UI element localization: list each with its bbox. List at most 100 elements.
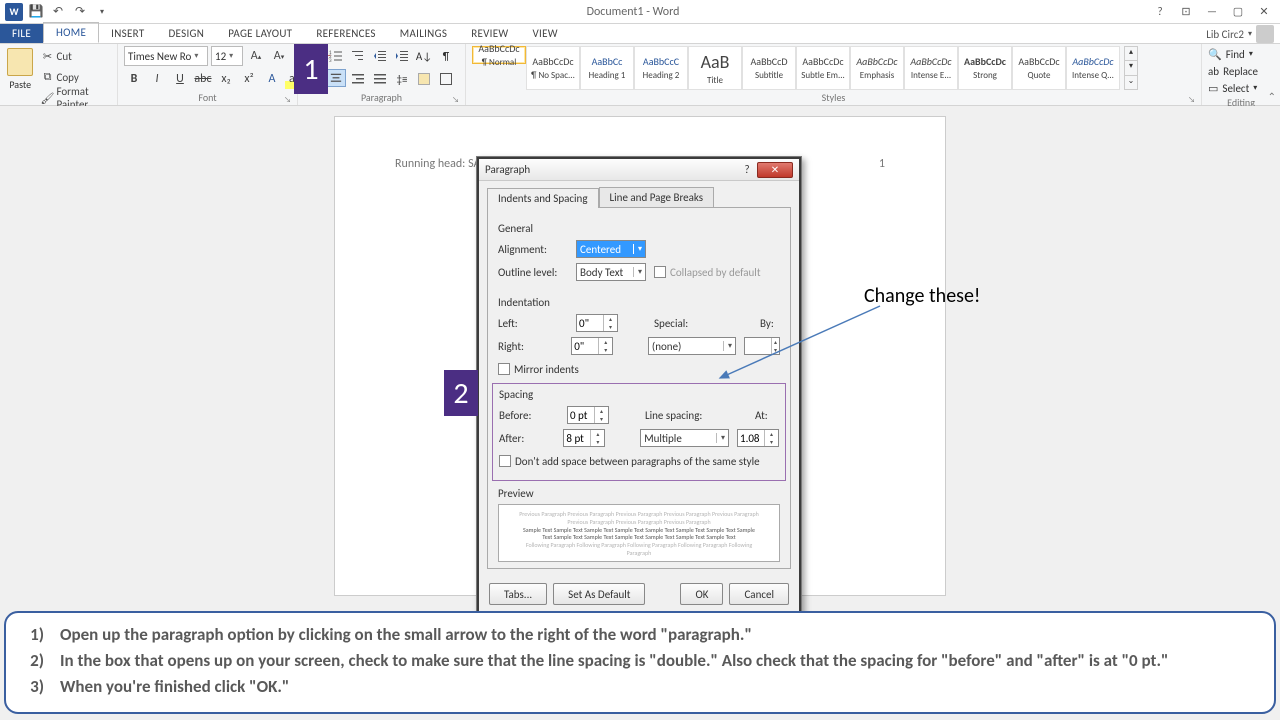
close-icon[interactable]: ✕: [1254, 4, 1274, 20]
numbering-icon[interactable]: 123: [326, 46, 346, 66]
redo-icon[interactable]: ↷: [70, 2, 90, 22]
justify-icon[interactable]: [370, 69, 390, 89]
style-tile-9[interactable]: AaBbCcDcStrong: [958, 46, 1012, 90]
dialog-help-icon[interactable]: ?: [737, 163, 757, 176]
dialog-titlebar[interactable]: Paragraph ? ✕: [479, 159, 799, 181]
tab-references[interactable]: REFERENCES: [304, 24, 387, 43]
inc-indent-icon[interactable]: [392, 46, 412, 66]
bold-button[interactable]: B: [124, 69, 144, 89]
tab-file[interactable]: FILE: [0, 24, 43, 43]
align-right-icon[interactable]: [348, 69, 368, 89]
text-effects-icon[interactable]: A: [262, 69, 282, 89]
cancel-button[interactable]: Cancel: [729, 583, 789, 605]
tab-indents-spacing[interactable]: Indents and Spacing: [487, 188, 599, 208]
style-tile-10[interactable]: AaBbCcDcQuote: [1012, 46, 1066, 90]
underline-button[interactable]: U: [170, 69, 190, 89]
borders-icon[interactable]: [436, 69, 456, 89]
superscript-button[interactable]: x²: [239, 69, 259, 89]
style-tile-6[interactable]: AaBbCcDcSubtle Em...: [796, 46, 850, 90]
ok-button[interactable]: OK: [680, 583, 723, 605]
tab-insert[interactable]: INSERT: [99, 24, 156, 43]
styles-more-icon[interactable]: ⌄: [1125, 75, 1137, 89]
annotation-change-these: Change these!: [864, 284, 980, 308]
format-painter-button[interactable]: 🖌Format Painter: [39, 88, 112, 108]
chevron-up-icon[interactable]: ▴: [1125, 47, 1137, 60]
dec-indent-icon[interactable]: [370, 46, 390, 66]
paste-button[interactable]: Paste: [6, 46, 35, 91]
group-styles: AaBbCcDc¶ NormalAaBbCcDc¶ No Spac...AaBb…: [466, 44, 1202, 105]
cut-button[interactable]: ✂Cut: [39, 46, 112, 66]
style-tile-1[interactable]: AaBbCcDc¶ No Spac...: [526, 46, 580, 90]
styles-launcher-icon[interactable]: ↘: [1188, 95, 1195, 105]
right-indent-spin[interactable]: ▴▾: [571, 337, 613, 355]
style-tile-7[interactable]: AaBbCcDcEmphasis: [850, 46, 904, 90]
select-icon: ▭: [1208, 82, 1218, 95]
section-spacing: Spacing: [499, 388, 779, 401]
tab-page-layout[interactable]: PAGE LAYOUT: [216, 24, 304, 43]
at-label: At:: [755, 409, 775, 422]
styles-scroll[interactable]: ▴ ▾ ⌄: [1124, 46, 1138, 90]
section-general: General: [498, 222, 780, 235]
font-size-combo[interactable]: 12▾: [211, 46, 243, 66]
tab-review[interactable]: REVIEW: [459, 24, 520, 43]
tab-line-breaks[interactable]: Line and Page Breaks: [599, 187, 715, 207]
shading-icon[interactable]: [414, 69, 434, 89]
special-select[interactable]: (none)▾: [648, 337, 736, 355]
styles-gallery[interactable]: AaBbCcDc¶ NormalAaBbCcDc¶ No Spac...AaBb…: [472, 46, 1120, 90]
show-marks-icon[interactable]: ¶: [436, 46, 456, 66]
sort-icon[interactable]: A↓: [414, 46, 434, 66]
line-spacing-icon[interactable]: ‡≡: [392, 69, 412, 89]
font-name-combo[interactable]: Times New Ro▾: [124, 46, 208, 66]
copy-button[interactable]: ⧉Copy: [39, 67, 112, 87]
find-icon: 🔍: [1208, 48, 1222, 61]
user-name[interactable]: Lib Circ2: [1206, 28, 1244, 41]
after-spin[interactable]: ▴▾: [563, 429, 605, 447]
subscript-button[interactable]: x₂: [216, 69, 236, 89]
minimize-icon[interactable]: —: [1202, 4, 1222, 20]
collapse-ribbon-icon[interactable]: ⌃: [1268, 90, 1276, 103]
dont-add-space-checkbox[interactable]: Don't add space between paragraphs of th…: [499, 455, 760, 468]
paragraph-launcher-icon[interactable]: ↘: [452, 95, 459, 105]
qat-customize-icon[interactable]: ▾: [92, 2, 112, 22]
at-spin[interactable]: ▴▾: [737, 429, 779, 447]
outline-select[interactable]: Body Text▾: [576, 263, 646, 281]
italic-button[interactable]: I: [147, 69, 167, 89]
dialog-close-icon[interactable]: ✕: [757, 162, 793, 178]
alignment-select[interactable]: Centered▾: [576, 240, 646, 258]
tabs-button[interactable]: Tabs...: [489, 583, 547, 605]
tab-home[interactable]: HOME: [43, 22, 99, 43]
shrink-font-icon[interactable]: A▾: [269, 46, 289, 66]
user-avatar-icon[interactable]: [1256, 25, 1274, 43]
mirror-indents-checkbox[interactable]: Mirror indents: [498, 363, 579, 376]
left-indent-spin[interactable]: ▴▾: [576, 314, 618, 332]
style-tile-0[interactable]: AaBbCcDc¶ Normal: [472, 46, 526, 64]
tab-mailings[interactable]: MAILINGS: [388, 24, 459, 43]
maximize-icon[interactable]: ▢: [1228, 4, 1248, 20]
tab-design[interactable]: DESIGN: [156, 24, 216, 43]
undo-icon[interactable]: ↶: [48, 2, 68, 22]
help-icon[interactable]: ?: [1150, 4, 1170, 20]
by-spin[interactable]: ▴▾: [744, 337, 780, 355]
before-spin[interactable]: ▴▾: [567, 406, 609, 424]
multilevel-icon[interactable]: [348, 46, 368, 66]
line-spacing-select[interactable]: Multiple▾: [640, 429, 729, 447]
set-default-button[interactable]: Set As Default: [553, 583, 645, 605]
save-icon[interactable]: 💾: [26, 2, 46, 22]
find-button[interactable]: 🔍Find▾: [1208, 46, 1258, 62]
style-tile-5[interactable]: AaBbCcDSubtitle: [742, 46, 796, 90]
style-tile-3[interactable]: AaBbCcCHeading 2: [634, 46, 688, 90]
style-tile-4[interactable]: AaBTitle: [688, 46, 742, 90]
chevron-down-icon[interactable]: ▾: [1125, 60, 1137, 74]
select-button[interactable]: ▭Select▾: [1208, 80, 1258, 96]
ribbon-options-icon[interactable]: ⊡: [1176, 4, 1196, 20]
font-launcher-icon[interactable]: ↘: [284, 95, 291, 105]
align-center-icon[interactable]: [326, 69, 346, 87]
style-tile-2[interactable]: AaBbCcHeading 1: [580, 46, 634, 90]
style-tile-8[interactable]: AaBbCcDcIntense E...: [904, 46, 958, 90]
grow-font-icon[interactable]: A▴: [246, 46, 266, 66]
strike-button[interactable]: abc: [193, 69, 213, 89]
tab-view[interactable]: VIEW: [521, 24, 570, 43]
replace-button[interactable]: abReplace: [1208, 63, 1258, 79]
style-tile-11[interactable]: AaBbCcDcIntense Q...: [1066, 46, 1120, 90]
quick-access-toolbar: W 💾 ↶ ↷ ▾: [0, 2, 116, 22]
